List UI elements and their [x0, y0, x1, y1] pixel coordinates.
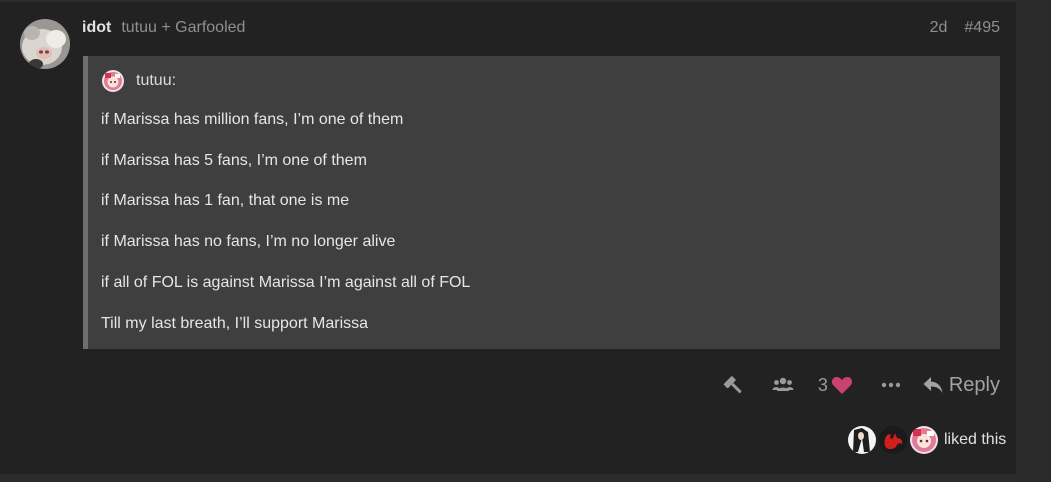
quote-line-2: if Marissa has 5 fans, I’m one of them: [101, 152, 367, 169]
anime-avatar-icon: [102, 70, 124, 92]
username-link[interactable]: idot: [82, 19, 111, 37]
post-divider-top: [0, 0, 1016, 2]
quote-block: tutuu: if Marissa has million fans, I’m …: [83, 56, 1000, 349]
users-icon: [772, 377, 794, 391]
quote-line-5: if all of FOL is against Marissa I’m aga…: [101, 274, 471, 291]
right-rail: [1016, 0, 1051, 482]
liker-avatar-3[interactable]: [910, 426, 938, 454]
user-avatar[interactable]: [20, 19, 70, 69]
reply-label: Reply: [948, 373, 1000, 396]
hammer-icon: [723, 376, 742, 394]
liker-avatar-2[interactable]: [879, 426, 907, 454]
reply-to-users[interactable]: tutuu + Garfooled: [121, 19, 245, 37]
cat-avatar-icon: [20, 19, 70, 69]
liked-this-label: liked this: [944, 431, 1007, 448]
post-age[interactable]: 2d: [930, 19, 948, 37]
quote-line-4: if Marissa has no fans, I’m no longer al…: [101, 233, 396, 250]
post-divider-bottom: [0, 474, 1016, 482]
ellipsis-icon: [881, 382, 901, 388]
liker-avatar-3-icon: [910, 426, 938, 454]
invite-users-button[interactable]: [772, 376, 794, 394]
reply-button[interactable]: Reply: [923, 374, 1000, 397]
post-header: idot tutuu + Garfooled: [82, 17, 245, 39]
quote-line-3: if Marissa has 1 fan, that one is me: [101, 192, 350, 209]
post-actions: 3 Reply: [722, 370, 1000, 400]
topic-page: idot tutuu + Garfooled 2d #495 tutuu: if…: [0, 0, 1051, 482]
quote-author: tutuu:: [136, 72, 177, 89]
liker-avatar-2-icon: [879, 426, 907, 454]
quote-author-avatar: [102, 70, 124, 92]
quote-line-6: Till my last breath, I’ll support Mariss…: [101, 315, 369, 332]
post-number[interactable]: #495: [964, 19, 1000, 37]
quote-line-1: if Marissa has million fans, I’m one of …: [101, 111, 404, 128]
more-actions-button[interactable]: [881, 382, 901, 388]
like-button[interactable]: 3: [818, 375, 853, 396]
quote-title[interactable]: tutuu:: [102, 70, 176, 92]
flag-button[interactable]: [722, 374, 746, 396]
liker-avatar-1-icon: [848, 426, 876, 454]
likers-list: liked this: [848, 425, 1006, 455]
liker-avatar-1[interactable]: [848, 426, 876, 454]
heart-icon: [831, 377, 852, 394]
post-meta: 2d #495: [930, 17, 1000, 39]
like-count: 3: [817, 374, 828, 395]
reply-arrow-icon: [923, 377, 943, 393]
